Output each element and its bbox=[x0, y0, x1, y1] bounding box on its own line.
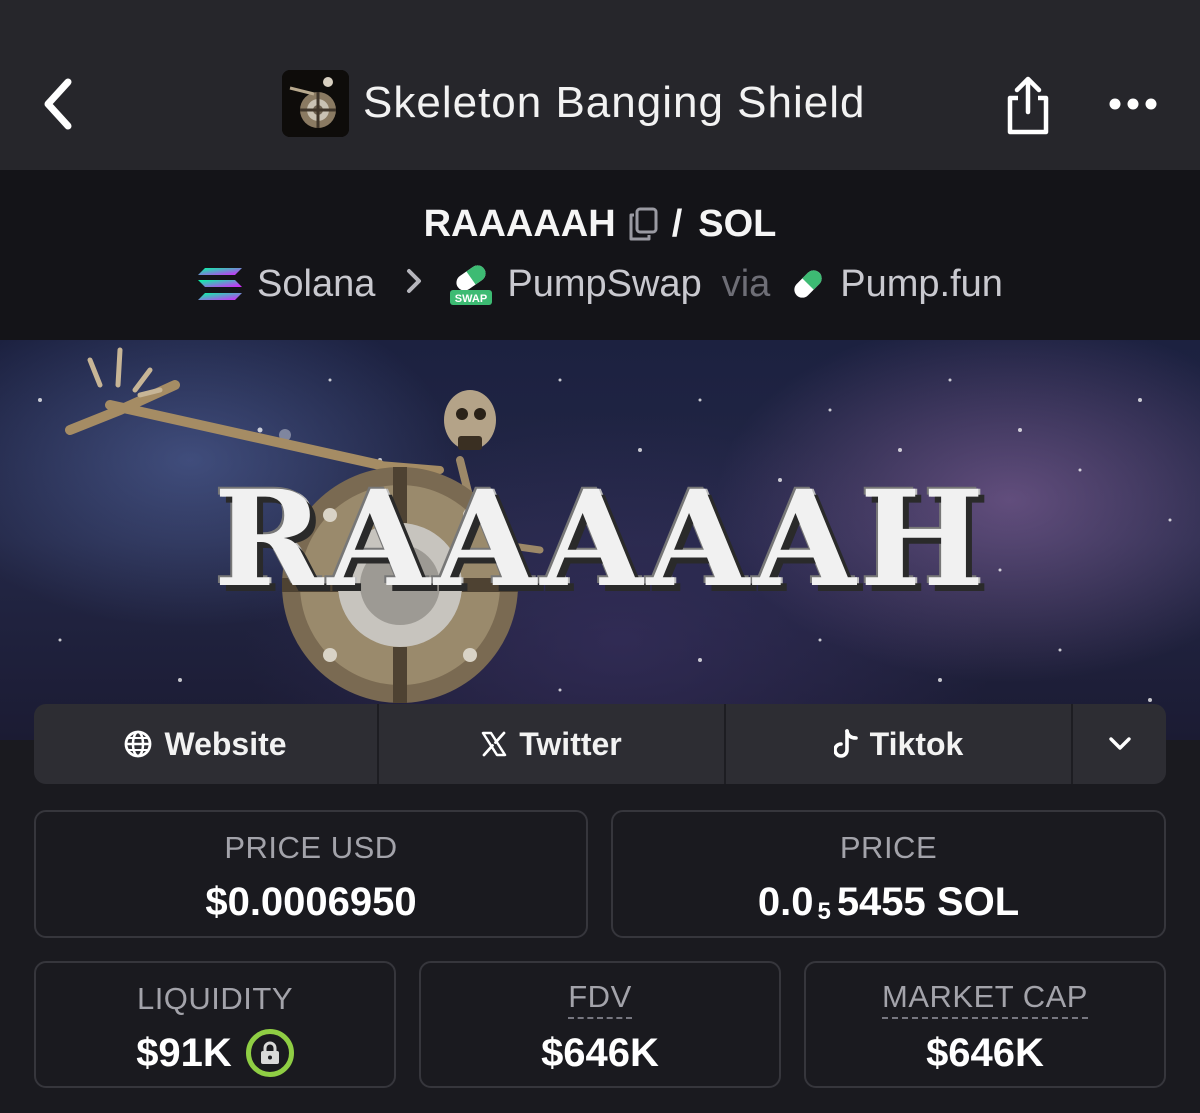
more-dots-icon bbox=[1109, 98, 1157, 110]
page-title: Skeleton Banging Shield bbox=[363, 78, 866, 127]
more-links-button[interactable] bbox=[1073, 704, 1166, 784]
tiktok-button[interactable]: Tiktok bbox=[726, 704, 1073, 784]
fdv-amount: $646K bbox=[541, 1030, 659, 1075]
tiktok-icon bbox=[833, 729, 858, 759]
tiktok-label: Tiktok bbox=[869, 725, 964, 762]
website-label: Website bbox=[164, 725, 287, 762]
back-button[interactable] bbox=[28, 72, 88, 136]
chevron-left-icon bbox=[44, 78, 72, 130]
base-token-symbol: RAAAAAH bbox=[423, 202, 616, 245]
swap-badge-text: SWAP bbox=[455, 293, 487, 305]
token-title: Skeleton Banging Shield bbox=[282, 69, 865, 137]
more-options-button[interactable] bbox=[1100, 80, 1166, 128]
pumpswap-icon: SWAP bbox=[449, 262, 493, 306]
copy-icon[interactable] bbox=[628, 207, 658, 241]
chain-link-solana[interactable]: Solana bbox=[197, 263, 375, 306]
market-cap-value: $646K bbox=[926, 1029, 1044, 1077]
token-avatar bbox=[282, 69, 349, 137]
market-cap-card: MARKET CAP $646K bbox=[804, 961, 1166, 1088]
globe-icon bbox=[124, 730, 152, 758]
solana-icon bbox=[197, 266, 243, 302]
top-nav-bar: Skeleton Banging Shield bbox=[0, 0, 1200, 170]
share-button[interactable] bbox=[998, 74, 1058, 138]
liquidity-card: LIQUIDITY $91K bbox=[34, 961, 396, 1088]
market-cap-amount: $646K bbox=[926, 1030, 1044, 1075]
twitter-button[interactable]: Twitter bbox=[379, 704, 726, 784]
dex-label: PumpSwap bbox=[507, 262, 702, 305]
via-text: via bbox=[721, 262, 771, 305]
price-sol-value: 0.0 5 5455 SOL bbox=[758, 878, 1019, 926]
launchpad-label: Pump.fun bbox=[840, 262, 1003, 305]
price-usd-card: PRICE USD $0.0006950 bbox=[34, 810, 588, 938]
twitter-label: Twitter bbox=[519, 725, 622, 762]
liquidity-lock-icon[interactable] bbox=[245, 1029, 294, 1077]
pair-separator: / bbox=[671, 202, 683, 245]
x-logo-icon bbox=[481, 731, 507, 757]
fdv-label[interactable]: FDV bbox=[568, 979, 632, 1019]
price-suffix: 5455 SOL bbox=[836, 879, 1020, 924]
fdv-card: FDV $646K bbox=[419, 961, 781, 1088]
dex-link-pumpswap[interactable]: SWAP PumpSwap bbox=[449, 262, 702, 306]
share-icon bbox=[1007, 76, 1049, 135]
pill-icon bbox=[790, 266, 826, 302]
market-cap-label[interactable]: MARKET CAP bbox=[882, 979, 1088, 1019]
chevron-down-icon bbox=[1108, 737, 1131, 750]
liquidity-label: LIQUIDITY bbox=[136, 981, 294, 1016]
price-usd-value: $0.0006950 bbox=[205, 878, 416, 926]
chain-breadcrumb: Solana SWAP PumpSwap via Pump.fun bbox=[0, 256, 1200, 312]
chevron-right-icon bbox=[405, 265, 423, 304]
links-bar: Website Twitter Tiktok bbox=[34, 704, 1166, 784]
price-zero-count: 5 bbox=[817, 898, 831, 925]
liquidity-amount: $91K bbox=[136, 1030, 232, 1075]
quote-token-symbol: SOL bbox=[698, 202, 777, 245]
pair-name: RAAAAAH / SOL bbox=[0, 196, 1200, 252]
price-sol-card: PRICE 0.0 5 5455 SOL bbox=[611, 810, 1166, 938]
fdv-value: $646K bbox=[541, 1029, 659, 1077]
price-usd-label: PRICE USD bbox=[224, 830, 398, 865]
token-banner-image: RAAAAAH bbox=[0, 340, 1200, 740]
website-button[interactable]: Website bbox=[34, 704, 379, 784]
launchpad-link-pumpfun[interactable]: Pump.fun bbox=[790, 263, 1003, 306]
chain-label: Solana bbox=[257, 262, 376, 305]
price-label: PRICE bbox=[839, 830, 938, 865]
banner-title: RAAAAAH bbox=[213, 462, 989, 617]
liquidity-value: $91K bbox=[136, 1029, 294, 1077]
price-usd-amount: $0.0006950 bbox=[205, 879, 417, 924]
price-prefix: 0.0 bbox=[757, 879, 814, 924]
